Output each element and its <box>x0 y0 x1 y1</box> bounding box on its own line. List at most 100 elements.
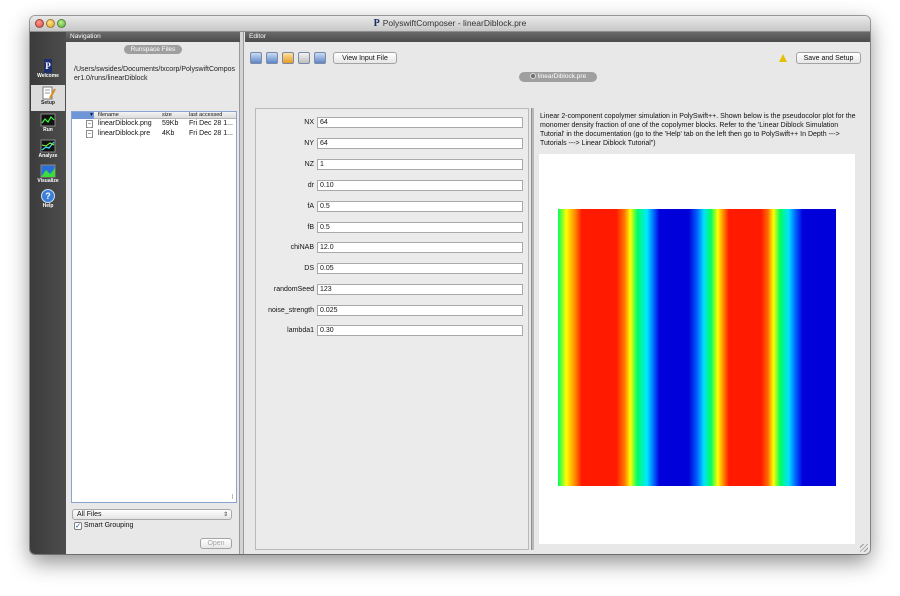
param-row-ny: NY 64 <box>256 138 530 150</box>
window-title: PolyswiftComposer - linearDiblock.pre <box>382 18 527 28</box>
tab-close-icon[interactable] <box>529 73 536 79</box>
smart-grouping-label: Smart Grouping <box>84 522 134 529</box>
window-title-area: P PolyswiftComposer - linearDiblock.pre <box>30 18 870 29</box>
navigation-panel: Navigation Runspace Files /Users/swsides… <box>66 32 240 554</box>
file-table-header: ▼ filename size last accessed <box>72 112 236 119</box>
sidebar-item-run[interactable]: Run <box>31 112 65 138</box>
app-window: P PolyswiftComposer - linearDiblock.pre P… <box>30 16 870 554</box>
param-input-ds[interactable]: 0.05 <box>317 263 523 274</box>
file-name: linearDiblock.png <box>98 120 152 127</box>
save-and-setup-button[interactable]: Save and Setup <box>796 52 861 64</box>
column-header-size[interactable]: size <box>162 112 172 119</box>
column-header-filename[interactable]: filename <box>98 112 119 119</box>
param-row-ds: DS 0.05 <box>256 263 530 275</box>
document-icon[interactable] <box>298 52 310 64</box>
analyze-icon <box>40 139 56 153</box>
smart-grouping-option[interactable]: ✓ Smart Grouping <box>74 521 133 531</box>
param-input-fb[interactable]: 0.5 <box>317 222 523 233</box>
file-table: ▼ filename size last accessed linearDibl… <box>72 112 236 139</box>
file-icon <box>86 130 93 138</box>
sidebar-item-label: Setup <box>41 100 55 106</box>
svg-text:P: P <box>45 61 51 71</box>
file-row[interactable]: linearDiblock.pre 4Kb Fri Dec 28 1... <box>72 129 236 139</box>
param-label: noise_strength <box>268 307 314 314</box>
param-input-chinab[interactable]: 12.0 <box>317 242 523 253</box>
forward-arrow-icon[interactable] <box>314 52 326 64</box>
param-input-noise-strength[interactable]: 0.025 <box>317 305 523 316</box>
param-row-randomseed: randomSeed 123 <box>256 284 530 296</box>
editor-split-divider[interactable] <box>531 108 534 550</box>
sort-arrow-icon[interactable]: ▼ <box>89 112 94 119</box>
sidebar-item-welcome[interactable]: P Welcome <box>31 58 65 84</box>
file-filter-value: All Files <box>77 511 102 518</box>
param-label: lambda1 <box>287 327 314 334</box>
runspace-files-title: Runspace Files <box>124 45 182 54</box>
column-header-last-accessed[interactable]: last accessed <box>189 112 222 119</box>
param-input-fa[interactable]: 0.5 <box>317 201 523 212</box>
param-label: DS <box>304 265 314 272</box>
editor-header: Editor <box>245 32 870 42</box>
file-name: linearDiblock.pre <box>98 130 151 137</box>
runspace-path: /Users/swsides/Documents/txcorp/Polyswif… <box>74 66 236 82</box>
file-filter-select[interactable]: All Files ⇕ <box>72 509 232 520</box>
param-input-dr[interactable]: 0.10 <box>317 180 523 191</box>
file-size: 4Kb <box>162 130 175 137</box>
run-icon <box>40 113 56 127</box>
svg-text:?: ? <box>45 191 51 201</box>
param-label: NY <box>304 140 314 147</box>
tab-label: linearDiblock.pre <box>537 73 587 80</box>
sidebar-item-visualize[interactable]: Visualize <box>31 163 65 189</box>
save-icon[interactable] <box>282 52 294 64</box>
param-row-nx: NX 64 <box>256 117 530 129</box>
param-input-randomseed[interactable]: 123 <box>317 284 523 295</box>
panel-splitter[interactable] <box>240 32 244 554</box>
navigation-header: Navigation <box>66 32 240 42</box>
file-list[interactable]: ▼ filename size last accessed linearDibl… <box>71 111 237 503</box>
sidebar-item-label: Welcome <box>37 73 59 79</box>
param-input-ny[interactable]: 64 <box>317 138 523 149</box>
redo-icon[interactable] <box>266 52 278 64</box>
sidebar: P Welcome Setup Run Analyze Visualize ? … <box>30 32 66 554</box>
sidebar-item-setup[interactable]: Setup <box>31 85 65 111</box>
title-bar: P PolyswiftComposer - linearDiblock.pre <box>30 16 870 32</box>
editor-panel: Editor View Input File Save and Setup li… <box>245 32 870 554</box>
density-pseudocolor-image <box>558 209 836 486</box>
open-button[interactable]: Open <box>200 538 232 549</box>
file-last-accessed: Fri Dec 28 1... <box>189 120 233 127</box>
view-input-file-button[interactable]: View Input File <box>333 52 397 64</box>
preview-panel <box>539 154 855 544</box>
smart-grouping-checkbox[interactable]: ✓ <box>74 522 82 530</box>
setup-icon <box>42 86 56 100</box>
tab-linear-diblock[interactable]: linearDiblock.pre <box>519 72 597 82</box>
param-row-noise-strength: noise_strength 0.025 <box>256 305 530 317</box>
file-last-accessed: Fri Dec 28 1... <box>189 130 233 137</box>
param-row-chinab: chiNAB 12.0 <box>256 242 530 254</box>
file-size: 59Kb <box>162 120 179 127</box>
welcome-icon: P <box>44 59 52 73</box>
file-row[interactable]: linearDiblock.png 59Kb Fri Dec 28 1... <box>72 119 236 129</box>
window-resize-grip[interactable] <box>860 544 868 552</box>
sidebar-item-label: Run <box>43 127 53 133</box>
simulation-description: Linear 2-component copolymer simulation … <box>540 113 856 147</box>
sidebar-item-label: Visualize <box>37 178 59 184</box>
warning-icon <box>779 54 787 62</box>
file-icon <box>86 120 93 128</box>
param-row-dr: dr 0.10 <box>256 180 530 192</box>
sidebar-item-label: Analyze <box>38 153 58 159</box>
param-label: randomSeed <box>273 286 314 293</box>
param-label: fA <box>307 203 314 210</box>
param-row-fa: fA 0.5 <box>256 201 530 213</box>
param-row-fb: fB 0.5 <box>256 222 530 234</box>
undo-icon[interactable] <box>250 52 262 64</box>
param-row-lambda1: lambda1 0.30 <box>256 325 530 337</box>
param-input-nz[interactable]: 1 <box>317 159 523 170</box>
param-label: NX <box>304 119 314 126</box>
param-input-lambda1[interactable]: 0.30 <box>317 325 523 336</box>
resize-grip[interactable] <box>232 494 233 499</box>
help-icon: ? <box>41 189 55 203</box>
param-row-nz: NZ 1 <box>256 159 530 171</box>
param-label: fB <box>307 224 314 231</box>
sidebar-item-help[interactable]: ? Help <box>31 188 65 214</box>
param-input-nx[interactable]: 64 <box>317 117 523 128</box>
sidebar-item-analyze[interactable]: Analyze <box>31 138 65 164</box>
